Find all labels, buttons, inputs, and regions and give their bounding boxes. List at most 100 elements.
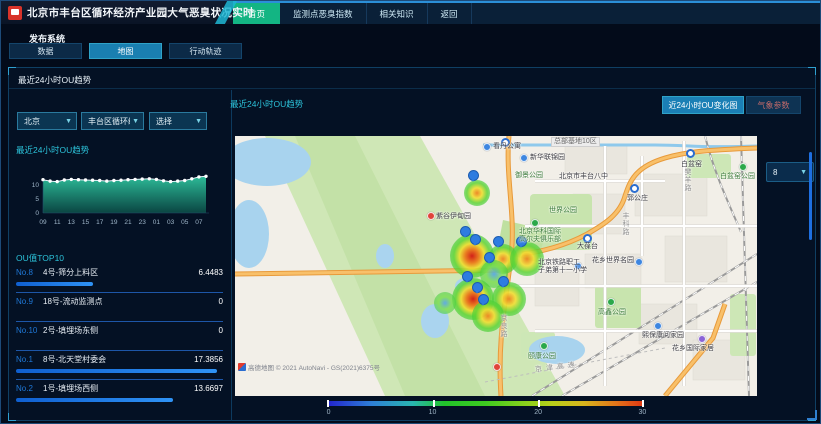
map-label: 北京华科国际 (519, 228, 561, 236)
svg-text:13: 13 (68, 219, 76, 226)
trend-chart-title: 最近24小时OU趋势 (16, 144, 89, 156)
station-name: 4号-筛分上料区 (43, 268, 199, 278)
nav-item-knowledge[interactable]: 相关知识 (367, 3, 428, 24)
monitor-pin-icon[interactable] (484, 252, 493, 264)
station-select[interactable]: 选择 ▼ (149, 112, 207, 130)
legend-tick (538, 400, 540, 407)
station-name: 2号-填埋场东侧 (43, 326, 219, 336)
app-screen: 北京市丰台区循环经济产业园大气恶臭状况实时 首页 监测点恶臭指数 相关知识 返回… (0, 0, 821, 424)
app-logo-icon (8, 6, 22, 20)
weather-params-button[interactable]: 气象参数 (746, 96, 801, 114)
city-select-value: 北京 (24, 116, 63, 127)
svg-text:07: 07 (195, 219, 203, 226)
ou-progress-bar (16, 282, 93, 286)
left-column: 北京 ▼ 丰台区循环经济产 ▼ 选择 ▼ 最近24小时OU趋势 0 5 10 09 11… (10, 90, 232, 421)
park-poi-icon (540, 342, 548, 350)
svg-text:5: 5 (35, 196, 39, 203)
ou-progress-bar (16, 398, 173, 402)
poi-icon (520, 154, 528, 162)
legend-tick (433, 400, 435, 407)
app-header: 北京市丰台区循环经济产业园大气恶臭状况实时 首页 监测点恶臭指数 相关知识 返回 (1, 1, 820, 24)
park-select-value: 丰台区循环经济产 (88, 116, 130, 127)
legend-tick-label: 20 (534, 409, 542, 416)
svg-text:17: 17 (96, 219, 104, 226)
rank-label: No.2 (16, 384, 43, 394)
hour-select-value: 8 (773, 168, 777, 177)
city-select[interactable]: 北京 ▼ (17, 112, 77, 130)
legend-tick-label: 10 (429, 409, 437, 416)
rank-label: No.1 (16, 355, 43, 365)
legend-tick (327, 400, 329, 407)
park-poi-icon (607, 298, 615, 306)
monitor-pin-icon[interactable] (470, 234, 479, 246)
legend-tick (642, 400, 644, 407)
station-name: 18号-流动监测点 (43, 297, 219, 307)
rank-row: No.2 1号-填埋场西侧 13.6697 (16, 380, 223, 409)
map-label: 熙保康阅家园 (642, 332, 684, 340)
ou-value: 0 (219, 326, 223, 336)
road-label: 樊羊路 (683, 168, 691, 192)
monitor-pin-icon[interactable] (472, 282, 481, 294)
ou-trend-area-chart: 0510091113151719212301030507 (10, 157, 232, 231)
hour-select[interactable]: 8 ▼ (766, 162, 814, 182)
scrollbar[interactable] (809, 152, 812, 240)
rank-row: No.9 18号-流动监测点 0 (16, 293, 223, 322)
map-label: 高鑫公园 (598, 309, 626, 317)
svg-text:11: 11 (54, 219, 61, 226)
rank-label: No.9 (16, 297, 43, 307)
rank-row: No.10 2号-填埋场东侧 0 (16, 322, 223, 351)
heatmap-map[interactable]: 看丹公寓 总部基地10区 新华联锦园 御景公园 北京市丰台八中 郭公庄 白盆窑 … (235, 136, 757, 396)
map-label: 大葆台 (577, 243, 598, 251)
poi-icon (493, 363, 501, 371)
metro-station-icon (630, 184, 639, 193)
chevron-down-icon: ▼ (65, 118, 72, 125)
monitor-pin-icon[interactable] (460, 226, 469, 238)
header-title-zone: 北京市丰台区循环经济产业园大气恶臭状况实时 (1, 1, 233, 24)
ou-color-legend: 0 10 20 30 (327, 401, 644, 417)
svg-text:0: 0 (35, 210, 39, 217)
svg-text:21: 21 (124, 219, 132, 226)
park-select[interactable]: 丰台区循环经济产 ▼ (81, 112, 144, 130)
corner-accent (807, 410, 817, 420)
legend-gradient-bar (327, 401, 644, 406)
station-name: 8号-北天堂村委会 (43, 355, 194, 365)
publish-tabs: 数据 地图 行动轨迹 (9, 43, 242, 59)
rank-label: No.8 (16, 268, 43, 278)
map-attribution: 高德地图 © 2021 AutoNavi - GS(2021)6375号 (238, 362, 380, 372)
tab-map[interactable]: 地图 (89, 43, 162, 59)
svg-text:10: 10 (32, 182, 40, 189)
map-label: 郭公庄 (627, 195, 648, 203)
monitor-pin-icon[interactable] (468, 170, 477, 182)
monitor-pin-icon[interactable] (498, 276, 507, 288)
map-label: 子弟第十一小学 (538, 267, 587, 275)
ou-value: 0 (219, 297, 223, 307)
svg-text:01: 01 (153, 219, 161, 226)
park-poi-icon (739, 163, 747, 171)
panel-title: 最近24小时OU趋势 (18, 74, 91, 86)
nav-item-back[interactable]: 返回 (428, 3, 472, 24)
amap-logo-icon (238, 363, 246, 371)
heat-blob (464, 180, 490, 206)
svg-text:09: 09 (39, 219, 47, 226)
station-name: 1号-填埋场西侧 (43, 384, 194, 394)
monitor-pin-icon[interactable] (493, 236, 502, 248)
ou-change-map-button[interactable]: 近24小时OU变化图 (662, 96, 744, 114)
map-label: 高尔夫俱乐部 (519, 236, 561, 244)
road-label: 京良路 (499, 314, 507, 338)
monitor-pin-icon[interactable] (478, 294, 487, 306)
main-nav: 首页 监测点恶臭指数 相关知识 返回 (233, 1, 820, 24)
poi-icon (654, 322, 662, 330)
nav-item-station-index[interactable]: 监测点恶臭指数 (280, 3, 367, 24)
map-label: 北京市丰台八中 (559, 173, 608, 181)
map-label: 白盆窑公园 (720, 173, 755, 181)
ou-progress-bar (16, 369, 217, 373)
rank-row: No.1 8号-北天堂村委会 17.3856 (16, 351, 223, 380)
tab-track[interactable]: 行动轨迹 (169, 43, 242, 59)
ou-top-list: No.8 4号-筛分上料区 6.4483 No.9 18号-流动监测点 0 (16, 264, 223, 409)
chevron-down-icon: ▼ (132, 118, 139, 125)
station-select-value: 选择 (156, 116, 193, 127)
map-label: 看丹公寓 (493, 143, 521, 151)
monitor-pin-icon[interactable] (462, 271, 471, 283)
tab-data[interactable]: 数据 (9, 43, 82, 59)
chevron-down-icon: ▼ (195, 118, 202, 125)
